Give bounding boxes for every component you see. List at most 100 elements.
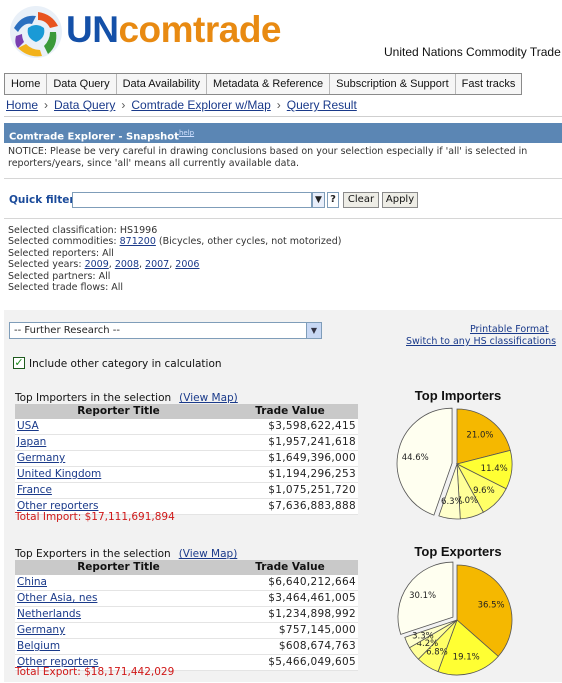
country-link[interactable]: Germany [17, 452, 65, 464]
country-link[interactable]: Japan [17, 436, 46, 448]
pie-label-japan: 11.4% [481, 464, 508, 474]
org-title: United Nations Commodity Trade S [384, 45, 562, 59]
table-row: United Kingdom $1,194,296,253 [15, 466, 358, 483]
table-row: Germany $1,649,396,000 [15, 450, 358, 467]
country-link[interactable]: Germany [17, 624, 65, 636]
breadcrumb-home[interactable]: Home [6, 98, 38, 112]
divider [4, 178, 562, 179]
column-header-reporter[interactable]: Reporter Title [15, 404, 222, 419]
column-header-trade-value[interactable]: Trade Value [222, 560, 358, 575]
trade-value: $1,234,898,992 [222, 606, 358, 623]
pie-label-china: 36.5% [478, 601, 505, 611]
exporters-table: Reporter Title Trade Value China $6,640,2… [15, 560, 358, 671]
trade-value: $3,598,622,415 [222, 419, 358, 435]
help-link[interactable]: help [179, 129, 194, 137]
total-import: Total Import: $17,111,691,894 [15, 511, 175, 523]
pie-label-germany: 9.6% [473, 486, 495, 496]
divider [4, 116, 562, 117]
breadcrumb-query-result[interactable]: Query Result [287, 98, 357, 112]
commodity-code-link[interactable]: 871200 [120, 236, 156, 247]
table-header: Reporter Title Trade Value [15, 560, 358, 575]
breadcrumb-separator: › [121, 98, 126, 112]
trade-value: $6,640,212,664 [222, 575, 358, 591]
nav-fast-tracks[interactable]: Fast tracks [456, 74, 522, 94]
nav-home[interactable]: Home [5, 74, 48, 94]
trade-value: $1,957,241,618 [222, 434, 358, 451]
year-link[interactable]: 2009 [85, 259, 109, 270]
header: UNcomtrade United Nations Commodity Trad… [0, 0, 562, 68]
pie-label-belgium: 3.3% [412, 631, 434, 641]
nav-data-availability[interactable]: Data Availability [117, 74, 208, 94]
column-header-reporter[interactable]: Reporter Title [15, 560, 222, 575]
table-row: China $6,640,212,664 [15, 575, 358, 591]
trade-value: $7,636,883,888 [222, 498, 358, 515]
main-nav: Home Data Query Data Availability Metada… [4, 73, 523, 95]
trade-value: $3,464,461,005 [222, 590, 358, 607]
exporters-pie-chart: 36.5%19.1%6.8%4.2%3.3%30.1% [397, 561, 513, 676]
importers-pie-chart: 21.0%11.4%9.6%7.0%6.3%44.6% [396, 407, 513, 520]
quick-filter-label: Quick filter [9, 194, 75, 206]
column-header-trade-value[interactable]: Trade Value [222, 404, 358, 419]
trade-value: $1,649,396,000 [222, 450, 358, 467]
table-row: France $1,075,251,720 [15, 482, 358, 499]
selected-classification: Selected classification: HS1996 [8, 225, 158, 236]
snapshot-title: Comtrade Explorer - Snapshot [9, 131, 179, 143]
nav-data-query[interactable]: Data Query [47, 74, 117, 94]
country-link[interactable]: Belgium [17, 640, 60, 652]
further-research-select[interactable]: -- Further Research -- ▼ [9, 322, 322, 339]
logo-comtrade-text: comtrade [118, 9, 282, 50]
pie-label-other-asia-nes: 19.1% [453, 652, 480, 662]
selected-years: Selected years: 2009, 2008, 2007, 2006 [8, 259, 200, 271]
chevron-down-icon[interactable]: ▼ [306, 323, 321, 338]
nav-metadata-reference[interactable]: Metadata & Reference [207, 74, 331, 94]
country-link[interactable]: France [17, 484, 52, 496]
quick-filter-input[interactable] [72, 192, 312, 208]
country-link[interactable]: China [17, 576, 47, 588]
quick-filter-help-icon[interactable]: ? [327, 192, 339, 208]
switch-hs-classification-link[interactable]: Switch to any HS classifications [406, 336, 556, 347]
country-link[interactable]: USA [17, 420, 39, 432]
exporters-view-map-link[interactable]: (View Map) [179, 548, 238, 560]
table-row: USA $3,598,622,415 [15, 419, 358, 435]
apply-button[interactable]: Apply [382, 192, 418, 208]
table-header: Reporter Title Trade Value [15, 404, 358, 419]
trade-value: $608,674,763 [222, 638, 358, 655]
breadcrumb-data-query[interactable]: Data Query [54, 98, 115, 112]
pie-label-france: 6.3% [441, 497, 463, 507]
year-link[interactable]: 2007 [145, 259, 169, 270]
table-row: Netherlands $1,234,898,992 [15, 606, 358, 623]
comtrade-logo: UNcomtrade [66, 8, 282, 52]
selected-trade-flows: Selected trade flows: All [8, 282, 124, 294]
breadcrumb-comtrade-explorer[interactable]: Comtrade Explorer w/Map [131, 98, 270, 112]
importers-chart-title: Top Importers [414, 388, 502, 403]
importers-table: Reporter Title Trade Value USA $3,598,622… [15, 404, 358, 515]
notice-text: NOTICE: Please be very careful in drawin… [8, 146, 528, 169]
country-link[interactable]: Netherlands [17, 608, 81, 620]
trade-value: $1,075,251,720 [222, 482, 358, 499]
table-row: Germany $757,145,000 [15, 622, 358, 639]
pie-label-usa: 21.0% [466, 430, 493, 440]
table-row: Japan $1,957,241,618 [15, 434, 358, 451]
pie-label-other-reporters: 30.1% [409, 591, 436, 601]
year-link[interactable]: 2008 [115, 259, 139, 270]
country-link[interactable]: Other Asia, nes [17, 592, 97, 604]
pie-label-netherlands: 6.8% [426, 648, 448, 658]
total-export: Total Export: $18,171,442,029 [15, 666, 175, 678]
clear-button[interactable]: Clear [343, 192, 379, 208]
importers-view-map-link[interactable]: (View Map) [179, 392, 238, 404]
pie-label-other-reporters: 44.6% [402, 453, 429, 463]
table-row: Other Asia, nes $3,464,461,005 [15, 590, 358, 607]
table-row: Belgium $608,674,763 [15, 638, 358, 655]
divider [4, 218, 562, 219]
breadcrumb: Home › Data Query › Comtrade Explorer w/… [6, 98, 357, 112]
nav-subscription-support[interactable]: Subscription & Support [330, 74, 456, 94]
selected-reporters: Selected reporters: All [8, 247, 114, 259]
year-link[interactable]: 2006 [175, 259, 199, 270]
trade-value: $1,194,296,253 [222, 466, 358, 483]
country-link[interactable]: United Kingdom [17, 468, 101, 480]
printable-format-link[interactable]: Printable Format [470, 324, 549, 335]
quick-filter-dropdown-icon[interactable]: ▼ [312, 192, 325, 208]
include-other-checkbox[interactable]: ✓ [13, 357, 25, 369]
trade-value: $5,466,049,605 [222, 654, 358, 671]
selection-summary: Selected classification: HS1996 Selected… [8, 225, 342, 293]
